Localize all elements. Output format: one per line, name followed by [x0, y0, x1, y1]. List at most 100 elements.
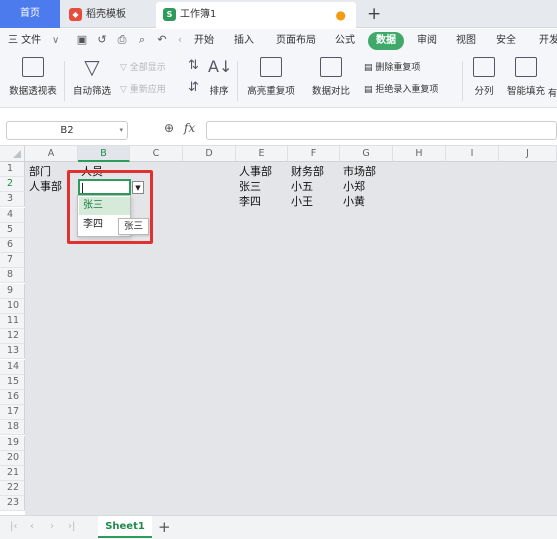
tab-docer[interactable]: ◆ 稻壳模板 — [62, 2, 154, 28]
show-all-button[interactable]: ▽ 全部显示 — [120, 61, 166, 75]
column-header-f[interactable]: F — [288, 146, 340, 162]
zoom-icon[interactable]: ⊕ — [164, 121, 174, 135]
row-header-16[interactable]: 16 — [0, 390, 25, 405]
column-header-g[interactable]: G — [340, 146, 393, 162]
sort-label: 排序 — [209, 86, 229, 97]
add-sheet-button[interactable]: + — [158, 518, 171, 536]
column-gridline — [339, 162, 340, 515]
row-header-21[interactable]: 21 — [0, 466, 25, 481]
cell-f3[interactable]: 小王 — [288, 194, 313, 209]
row-header-8[interactable]: 8 — [0, 268, 25, 284]
row-header-12[interactable]: 12 — [0, 329, 25, 345]
row-header-4[interactable]: 4 — [0, 207, 25, 223]
menu-review[interactable]: 审阅 — [417, 29, 437, 53]
row-header-17[interactable]: 17 — [0, 405, 25, 421]
row-header-14[interactable]: 14 — [0, 359, 25, 375]
row-header-2[interactable]: 2 — [0, 177, 25, 193]
row-header-6[interactable]: 6 — [0, 238, 25, 253]
menu-data[interactable]: 数据 — [368, 32, 404, 50]
cell-g3[interactable]: 小黄 — [340, 194, 365, 209]
cell-g1[interactable]: 市场部 — [340, 164, 376, 179]
first-sheet-icon[interactable]: |‹ — [10, 521, 17, 532]
menu-view[interactable]: 视图 — [456, 29, 476, 53]
row-header-3[interactable]: 3 — [0, 192, 25, 208]
ribbon-more[interactable]: 有 — [548, 87, 557, 101]
save-icon[interactable]: ▣ — [76, 34, 88, 46]
data-compare-button[interactable]: 数据对比 — [306, 57, 356, 97]
undo-history-icon[interactable]: ↺ — [96, 34, 108, 46]
row-header-19[interactable]: 19 — [0, 435, 25, 451]
active-cell-b2[interactable] — [78, 179, 131, 195]
cell-g2[interactable]: 小郑 — [340, 179, 365, 194]
tab-workbook[interactable]: S 工作簿1 ● — [156, 2, 356, 28]
sort-desc-icon[interactable]: ⇵ — [188, 81, 199, 95]
name-box[interactable]: B2 ▾ — [6, 121, 128, 140]
column-header-a[interactable]: A — [25, 146, 78, 162]
row-header-18[interactable]: 18 — [0, 420, 25, 436]
menu-file[interactable]: 三 文件 — [8, 29, 41, 53]
sort-asc-icon[interactable]: ⇅ — [188, 59, 199, 73]
menu-formulas[interactable]: 公式 — [335, 29, 355, 53]
row-header-5[interactable]: 5 — [0, 222, 25, 238]
row-header-11[interactable]: 11 — [0, 314, 25, 329]
cell-e3[interactable]: 李四 — [236, 194, 261, 209]
cell-f2[interactable]: 小五 — [288, 179, 313, 194]
row-header-15[interactable]: 15 — [0, 374, 25, 390]
column-header-i[interactable]: I — [446, 146, 499, 162]
new-tab-button[interactable]: + — [367, 1, 381, 27]
remove-duplicates-button[interactable]: ▤ 删除重复项 — [364, 61, 420, 75]
cell-a2[interactable]: 人事部 — [26, 179, 62, 194]
sheet-icon: S — [163, 8, 176, 21]
menu-home[interactable]: 开始 — [194, 29, 214, 53]
fx-icon[interactable]: fx — [184, 121, 195, 135]
row-header-22[interactable]: 22 — [0, 481, 25, 497]
autofilter-button[interactable]: ▽ 自动筛选 — [70, 57, 114, 97]
column-header-d[interactable]: D — [183, 146, 236, 162]
row-header-20[interactable]: 20 — [0, 450, 25, 466]
menu-security[interactable]: 安全 — [496, 29, 516, 53]
chevron-down-icon[interactable]: ∨ — [52, 29, 59, 53]
next-sheet-icon[interactable]: › — [50, 521, 54, 532]
row-header-10[interactable]: 10 — [0, 298, 25, 314]
cell-f1[interactable]: 财务部 — [288, 164, 324, 179]
cell-e1[interactable]: 人事部 — [236, 164, 272, 179]
column-header-j[interactable]: J — [499, 146, 557, 162]
highlight-duplicates-button[interactable]: 高亮重复项 — [242, 57, 300, 97]
pivot-table-button[interactable]: 数据透视表 — [8, 57, 58, 97]
formula-input[interactable] — [206, 121, 557, 140]
cell-e2[interactable]: 张三 — [236, 179, 261, 194]
chevron-left-icon[interactable]: ‹ — [174, 34, 186, 46]
row-header-7[interactable]: 7 — [0, 253, 25, 269]
split-column-button[interactable]: 分列 — [468, 57, 500, 97]
menu-developer[interactable]: 开发 — [539, 29, 557, 53]
text-caret — [82, 183, 83, 193]
print-icon[interactable]: ⎙ — [116, 34, 128, 46]
ribbon-divider — [237, 61, 238, 101]
dropdown-option[interactable]: 张三 — [79, 197, 130, 215]
dropdown-arrow-button[interactable]: ▼ — [132, 181, 144, 194]
reapply-button[interactable]: ▽ 重新应用 — [120, 83, 166, 97]
select-all-corner[interactable] — [0, 146, 25, 162]
sort-button[interactable]: A↓ 排序 — [206, 57, 232, 97]
row-header-13[interactable]: 13 — [0, 344, 25, 360]
menu-insert[interactable]: 插入 — [234, 29, 254, 53]
cell-b1[interactable]: 人员 — [78, 164, 103, 179]
column-header-b[interactable]: B — [78, 146, 130, 162]
column-header-e[interactable]: E — [236, 146, 288, 162]
column-header-h[interactable]: H — [393, 146, 446, 162]
flash-fill-button[interactable]: 智能填充 — [506, 57, 546, 97]
preview-icon[interactable]: ⌕ — [136, 34, 148, 46]
sheet-tab-sheet1[interactable]: Sheet1 — [98, 516, 152, 538]
last-sheet-icon[interactable]: ›| — [68, 521, 75, 532]
row-header-1[interactable]: 1 — [0, 162, 25, 177]
undo-icon[interactable]: ↶ — [156, 34, 168, 46]
reject-duplicates-button[interactable]: ▤ 拒绝录入重复项 — [364, 83, 438, 97]
column-header-c[interactable]: C — [130, 146, 183, 162]
cell-a1[interactable]: 部门 — [26, 164, 51, 179]
docer-icon: ◆ — [69, 8, 82, 21]
row-header-23[interactable]: 23 — [0, 496, 25, 512]
menu-page-layout[interactable]: 页面布局 — [276, 29, 316, 53]
tab-home[interactable]: 首页 — [0, 0, 60, 28]
row-header-9[interactable]: 9 — [0, 283, 25, 299]
prev-sheet-icon[interactable]: ‹ — [30, 521, 34, 532]
